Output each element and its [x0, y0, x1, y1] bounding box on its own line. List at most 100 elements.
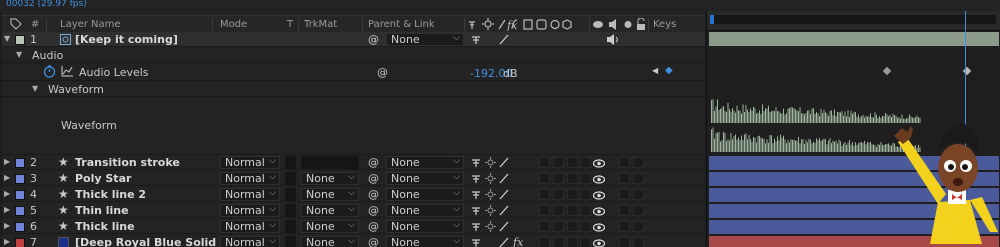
shy-switch-icon[interactable]: [471, 157, 481, 171]
switch-box[interactable]: [567, 173, 578, 184]
collapse-switch-icon[interactable]: [485, 205, 496, 219]
shy-switch-icon[interactable]: [471, 221, 481, 235]
quality-switch-icon[interactable]: [499, 221, 509, 235]
eye-icon[interactable]: [592, 190, 606, 203]
effects-switch-icon[interactable]: fx: [513, 236, 523, 247]
shy-switch-icon[interactable]: [471, 34, 481, 48]
label-color-swatch[interactable]: [15, 35, 25, 45]
label-icon[interactable]: [10, 18, 22, 33]
eye-icon[interactable]: [592, 158, 606, 171]
audio-levels-property[interactable]: Audio Levels @ -192.00 dB ◀ ◆: [2, 64, 705, 81]
column-mode[interactable]: Mode: [220, 19, 247, 30]
parent-dropdown[interactable]: None ⌵: [386, 220, 464, 233]
eye-icon[interactable]: [592, 222, 606, 235]
switch-box[interactable]: [580, 205, 591, 216]
label-color-swatch[interactable]: [15, 190, 25, 200]
eye-icon[interactable]: [592, 174, 606, 187]
switch-box[interactable]: [633, 221, 644, 232]
twirl-down-icon[interactable]: ▼: [16, 50, 22, 59]
switch-box[interactable]: [539, 173, 550, 184]
switch-box[interactable]: [553, 205, 564, 216]
switch-box[interactable]: [633, 157, 644, 168]
switch-box[interactable]: [619, 205, 630, 216]
parent-pickwhip-icon[interactable]: @: [368, 188, 379, 201]
quality-switch-icon[interactable]: [499, 205, 509, 219]
layer-row-7[interactable]: ▶ 7 [Deep Royal Blue Solid 2] Normal ⌵ None ⌵ @…: [2, 235, 705, 247]
switch-box[interactable]: [553, 189, 564, 200]
layer-row-5[interactable]: ▶ 5 ★ Thin line Normal ⌵ None ⌵ @ None ⌵: [2, 203, 705, 218]
column-trkmat[interactable]: TrkMat: [304, 19, 337, 30]
twirl-closed-icon[interactable]: ▶: [4, 173, 10, 182]
label-color-swatch[interactable]: [15, 158, 25, 168]
switch-box[interactable]: [619, 189, 630, 200]
parent-dropdown[interactable]: None ⌵: [386, 156, 464, 169]
waveform-property-group[interactable]: ▼ Waveform: [2, 81, 705, 97]
switch-box[interactable]: [580, 157, 591, 168]
quality-switch-icon[interactable]: [499, 173, 509, 187]
shy-switch-icon[interactable]: [471, 205, 481, 219]
switch-box[interactable]: [567, 157, 578, 168]
trkmat-dropdown[interactable]: None ⌵: [301, 172, 359, 185]
collapse-switch-icon[interactable]: [485, 157, 496, 171]
preserve-transparency-toggle[interactable]: [285, 172, 296, 185]
layer-name[interactable]: Thin line: [75, 204, 129, 217]
switch-box[interactable]: [567, 205, 578, 216]
layer-name[interactable]: [Deep Royal Blue Solid 2]: [75, 236, 233, 247]
switch-box[interactable]: [553, 221, 564, 232]
navigator-handle[interactable]: [710, 15, 714, 24]
switch-box[interactable]: [633, 189, 644, 200]
layer-name[interactable]: [Keep it coming]: [75, 33, 178, 46]
label-color-swatch[interactable]: [15, 222, 25, 232]
switch-box[interactable]: [580, 173, 591, 184]
stopwatch-icon[interactable]: [43, 65, 56, 81]
label-color-swatch[interactable]: [15, 174, 25, 184]
switch-box[interactable]: [633, 205, 644, 216]
speaker-icon[interactable]: [607, 34, 619, 48]
twirl-down-icon[interactable]: ▼: [32, 84, 38, 93]
layer-name[interactable]: Transition stroke: [75, 156, 180, 169]
column-layer-name[interactable]: Layer Name: [60, 19, 121, 30]
preserve-transparency-toggle[interactable]: [285, 156, 296, 169]
twirl-closed-icon[interactable]: ▶: [4, 237, 10, 246]
mode-dropdown[interactable]: Normal ⌵: [220, 236, 280, 247]
switch-box[interactable]: [553, 173, 564, 184]
switch-box[interactable]: [619, 173, 630, 184]
expression-pickwhip-icon[interactable]: @: [377, 66, 388, 79]
trkmat-dropdown[interactable]: None ⌵: [301, 204, 359, 217]
switch-box[interactable]: [633, 173, 644, 184]
trkmat-dropdown[interactable]: None ⌵: [301, 236, 359, 247]
time-navigator[interactable]: [710, 15, 996, 24]
twirl-down-icon[interactable]: ▼: [4, 34, 10, 43]
switch-box[interactable]: [633, 237, 644, 247]
preserve-transparency-toggle[interactable]: [285, 220, 296, 233]
eye-icon[interactable]: [592, 206, 606, 219]
layer-row-6[interactable]: ▶ 6 ★ Thick line Normal ⌵ None ⌵ @ None ⌵: [2, 219, 705, 234]
mode-dropdown[interactable]: Normal ⌵: [220, 156, 280, 169]
switch-box[interactable]: [619, 237, 630, 247]
mode-dropdown[interactable]: Normal ⌵: [220, 188, 280, 201]
graph-icon[interactable]: [61, 66, 73, 80]
audio-property-group[interactable]: ▼ Audio: [2, 48, 705, 63]
mode-dropdown[interactable]: Normal ⌵: [220, 172, 280, 185]
switch-box[interactable]: [580, 237, 591, 247]
shy-switch-icon[interactable]: [471, 189, 481, 203]
parent-dropdown[interactable]: None ⌵: [386, 172, 464, 185]
preserve-transparency-toggle[interactable]: [285, 236, 296, 247]
trkmat-dropdown[interactable]: None ⌵: [301, 220, 359, 233]
trkmat-dropdown[interactable]: None ⌵: [301, 188, 359, 201]
quality-switch-icon[interactable]: [499, 237, 509, 247]
parent-pickwhip-icon[interactable]: @: [368, 220, 379, 233]
parent-dropdown[interactable]: None ⌵: [386, 33, 464, 46]
parent-pickwhip-icon[interactable]: @: [368, 33, 379, 46]
switch-box[interactable]: [539, 205, 550, 216]
layer-name[interactable]: Poly Star: [75, 172, 131, 185]
preserve-transparency-toggle[interactable]: [285, 204, 296, 217]
layer-name[interactable]: Thick line 2: [75, 188, 146, 201]
prev-keyframe-icon[interactable]: ◀: [652, 66, 658, 75]
switch-box[interactable]: [553, 237, 564, 247]
switch-box[interactable]: [619, 157, 630, 168]
timecode-readout[interactable]: 00032 (29.97 fps): [6, 0, 87, 9]
collapse-switch-icon[interactable]: [485, 221, 496, 235]
parent-pickwhip-icon[interactable]: @: [368, 156, 379, 169]
switch-box[interactable]: [553, 157, 564, 168]
